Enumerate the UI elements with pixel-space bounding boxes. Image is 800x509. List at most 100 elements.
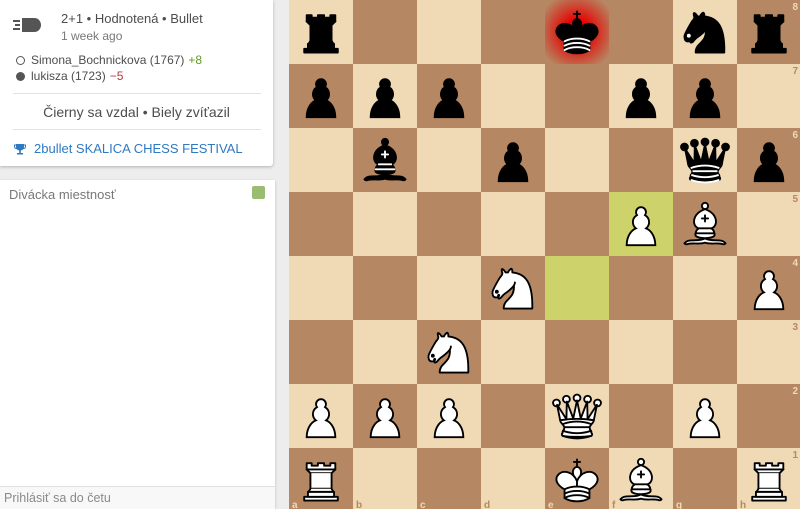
square-h2[interactable]: 2: [737, 384, 800, 448]
square-d6[interactable]: [481, 128, 545, 192]
square-g1[interactable]: g: [673, 448, 737, 509]
white-player[interactable]: Simona_Bochnickova (1767) +8: [16, 53, 202, 67]
white-pawn-piece[interactable]: [613, 196, 669, 252]
black-pawn-piece[interactable]: [613, 68, 669, 124]
square-d1[interactable]: d: [481, 448, 545, 509]
white-rook-piece[interactable]: [293, 452, 349, 508]
square-h1[interactable]: 1h: [737, 448, 800, 509]
square-b2[interactable]: [353, 384, 417, 448]
chess-board[interactable]: 8 7 6 5 4 3 2 a b c d e f g 1 h: [289, 0, 800, 509]
square-f1[interactable]: f: [609, 448, 673, 509]
square-b4[interactable]: [353, 256, 417, 320]
white-pawn-piece[interactable]: [421, 388, 477, 444]
white-knight-piece[interactable]: [421, 324, 477, 380]
black-rook-piece[interactable]: [293, 4, 349, 60]
white-pawn-piece[interactable]: [741, 260, 797, 316]
square-a5[interactable]: [289, 192, 353, 256]
square-c6[interactable]: [417, 128, 481, 192]
square-g6[interactable]: [673, 128, 737, 192]
square-a3[interactable]: [289, 320, 353, 384]
square-f4[interactable]: [609, 256, 673, 320]
square-c7[interactable]: [417, 64, 481, 128]
square-c3[interactable]: [417, 320, 481, 384]
white-pawn-piece[interactable]: [357, 388, 413, 444]
white-pawn-piece[interactable]: [293, 388, 349, 444]
square-e3[interactable]: [545, 320, 609, 384]
square-a1[interactable]: a: [289, 448, 353, 509]
square-f8[interactable]: [609, 0, 673, 64]
square-c8[interactable]: [417, 0, 481, 64]
black-pawn-piece[interactable]: [741, 132, 797, 188]
black-rook-piece[interactable]: [741, 4, 797, 60]
black-player[interactable]: lukisza (1723) −5: [16, 69, 123, 83]
chat-input[interactable]: Prihlásiť sa do četu: [0, 486, 275, 509]
square-f2[interactable]: [609, 384, 673, 448]
chat-toggle[interactable]: [252, 186, 265, 199]
square-a7[interactable]: [289, 64, 353, 128]
white-bishop-piece[interactable]: [677, 196, 733, 252]
square-h6[interactable]: 6: [737, 128, 800, 192]
square-h8[interactable]: 8: [737, 0, 800, 64]
square-d5[interactable]: [481, 192, 545, 256]
square-h3[interactable]: 3: [737, 320, 800, 384]
white-king-piece[interactable]: [549, 452, 605, 508]
square-d3[interactable]: [481, 320, 545, 384]
square-e1[interactable]: e: [545, 448, 609, 509]
square-f3[interactable]: [609, 320, 673, 384]
square-d7[interactable]: [481, 64, 545, 128]
square-b8[interactable]: [353, 0, 417, 64]
black-bishop-piece[interactable]: [357, 132, 413, 188]
square-g2[interactable]: [673, 384, 737, 448]
square-a6[interactable]: [289, 128, 353, 192]
square-d4[interactable]: [481, 256, 545, 320]
square-a4[interactable]: [289, 256, 353, 320]
square-e8[interactable]: [545, 0, 609, 64]
black-player-name[interactable]: lukisza (1723): [31, 69, 106, 83]
square-c5[interactable]: [417, 192, 481, 256]
white-knight-piece[interactable]: [485, 260, 541, 316]
square-e4[interactable]: [545, 256, 609, 320]
square-c1[interactable]: c: [417, 448, 481, 509]
black-pawn-piece[interactable]: [293, 68, 349, 124]
square-e7[interactable]: [545, 64, 609, 128]
square-b3[interactable]: [353, 320, 417, 384]
square-h7[interactable]: 7: [737, 64, 800, 128]
tournament-name[interactable]: 2bullet SKALICA CHESS FESTIVAL: [34, 141, 243, 156]
square-e5[interactable]: [545, 192, 609, 256]
black-pawn-piece[interactable]: [357, 68, 413, 124]
square-f6[interactable]: [609, 128, 673, 192]
square-d2[interactable]: [481, 384, 545, 448]
white-pawn-piece[interactable]: [677, 388, 733, 444]
black-knight-piece[interactable]: [677, 4, 733, 60]
black-pawn-piece[interactable]: [677, 68, 733, 124]
square-b7[interactable]: [353, 64, 417, 128]
square-g3[interactable]: [673, 320, 737, 384]
square-b5[interactable]: [353, 192, 417, 256]
square-g4[interactable]: [673, 256, 737, 320]
square-c2[interactable]: [417, 384, 481, 448]
square-a2[interactable]: [289, 384, 353, 448]
black-pawn-piece[interactable]: [485, 132, 541, 188]
white-queen-piece[interactable]: [549, 388, 605, 444]
square-b1[interactable]: b: [353, 448, 417, 509]
tournament-link[interactable]: 2bullet SKALICA CHESS FESTIVAL: [14, 141, 243, 156]
square-g8[interactable]: [673, 0, 737, 64]
square-g5[interactable]: [673, 192, 737, 256]
black-pawn-piece[interactable]: [421, 68, 477, 124]
black-king-piece[interactable]: [549, 4, 605, 60]
square-h4[interactable]: 4: [737, 256, 800, 320]
black-queen-piece[interactable]: [677, 132, 733, 188]
square-e2[interactable]: [545, 384, 609, 448]
square-h5[interactable]: 5: [737, 192, 800, 256]
square-e6[interactable]: [545, 128, 609, 192]
square-g7[interactable]: [673, 64, 737, 128]
white-rook-piece[interactable]: [741, 452, 797, 508]
square-d8[interactable]: [481, 0, 545, 64]
square-f5[interactable]: [609, 192, 673, 256]
square-b6[interactable]: [353, 128, 417, 192]
white-bishop-piece[interactable]: [613, 452, 669, 508]
square-f7[interactable]: [609, 64, 673, 128]
square-a8[interactable]: [289, 0, 353, 64]
square-c4[interactable]: [417, 256, 481, 320]
white-player-name[interactable]: Simona_Bochnickova (1767): [31, 53, 184, 67]
